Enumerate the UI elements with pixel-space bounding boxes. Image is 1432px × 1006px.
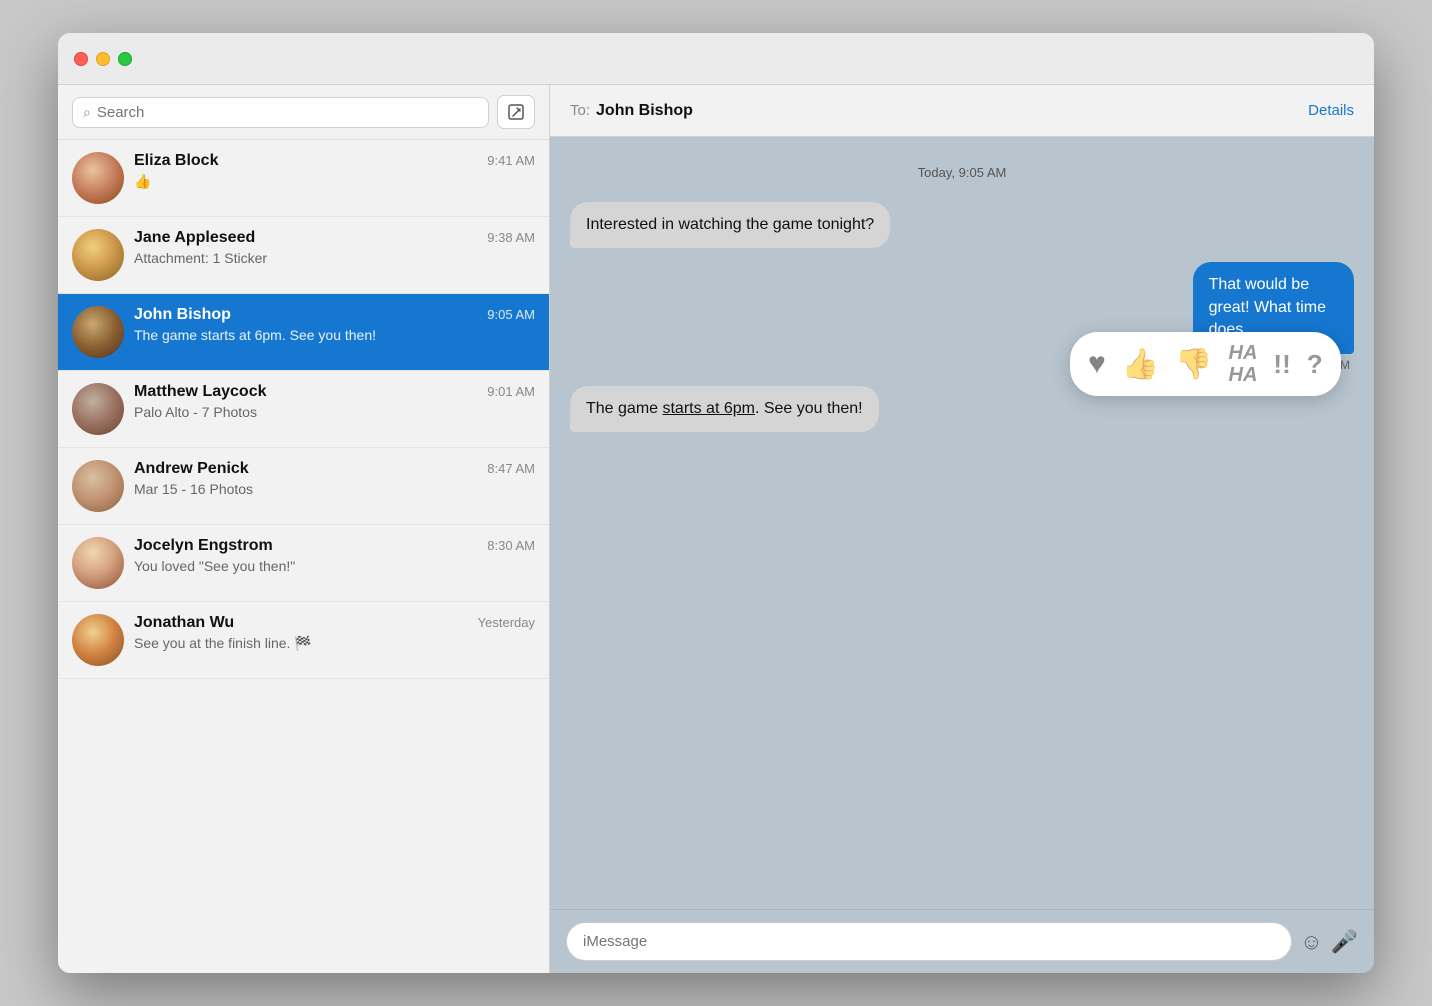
compose-icon: [507, 103, 525, 121]
chat-header-to: To: John Bishop: [570, 102, 693, 120]
sidebar-header: ⌕: [58, 85, 549, 140]
conv-top-john: John Bishop 9:05 AM: [134, 306, 535, 324]
conv-top-jocelyn: Jocelyn Engstrom 8:30 AM: [134, 537, 535, 555]
compose-button[interactable]: [497, 95, 535, 129]
conv-time-jonathan: Yesterday: [478, 615, 535, 630]
message-text-3a: The game: [586, 400, 662, 417]
avatar-jocelyn: [72, 537, 124, 589]
conv-info-jocelyn: Jocelyn Engstrom 8:30 AM You loved "See …: [134, 537, 535, 574]
maximize-button[interactable]: [118, 52, 132, 66]
conversation-item-eliza[interactable]: Eliza Block 9:41 AM 👍: [58, 140, 549, 217]
conv-time-jane: 9:38 AM: [487, 230, 535, 245]
conv-top-jonathan: Jonathan Wu Yesterday: [134, 614, 535, 632]
message-bubble-received-1[interactable]: Interested in watching the game tonight?: [570, 202, 890, 248]
close-button[interactable]: [74, 52, 88, 66]
avatar-eliza: [72, 152, 124, 204]
conv-name-eliza: Eliza Block: [134, 152, 218, 170]
conv-preview-matthew: Palo Alto - 7 Photos: [134, 404, 535, 420]
conv-top-matthew: Matthew Laycock 9:01 AM: [134, 383, 535, 401]
conv-preview-jocelyn: You loved "See you then!": [134, 558, 535, 574]
search-input[interactable]: [97, 104, 478, 121]
message-text-1: Interested in watching the game tonight?: [586, 216, 874, 233]
conv-info-andrew: Andrew Penick 8:47 AM Mar 15 - 16 Photos: [134, 460, 535, 497]
conv-preview-john: The game starts at 6pm. See you then!: [134, 327, 535, 343]
conv-info-matthew: Matthew Laycock 9:01 AM Palo Alto - 7 Ph…: [134, 383, 535, 420]
messages-window: ⌕ Eliza: [58, 33, 1374, 973]
search-box[interactable]: ⌕: [72, 97, 489, 128]
conversation-item-jane[interactable]: Jane Appleseed 9:38 AM Attachment: 1 Sti…: [58, 217, 549, 294]
conversation-list: Eliza Block 9:41 AM 👍 Jane Appleseed 9:3…: [58, 140, 549, 973]
conv-info-jonathan: Jonathan Wu Yesterday See you at the fin…: [134, 614, 535, 652]
conv-info-jane: Jane Appleseed 9:38 AM Attachment: 1 Sti…: [134, 229, 535, 266]
conversation-item-matthew[interactable]: Matthew Laycock 9:01 AM Palo Alto - 7 Ph…: [58, 371, 549, 448]
to-name: John Bishop: [596, 102, 693, 120]
messages-area: Today, 9:05 AM Interested in watching th…: [550, 137, 1374, 909]
mic-button[interactable]: 🎤: [1331, 929, 1358, 955]
conv-time-jocelyn: 8:30 AM: [487, 538, 535, 553]
tapback-haha[interactable]: HAHA: [1229, 342, 1258, 386]
input-area: ☺ 🎤: [550, 909, 1374, 973]
conv-info-john: John Bishop 9:05 AM The game starts at 6…: [134, 306, 535, 343]
conv-time-eliza: 9:41 AM: [487, 153, 535, 168]
avatar-jonathan: [72, 614, 124, 666]
message-text-3b: starts at 6pm: [662, 400, 754, 417]
conv-name-jane: Jane Appleseed: [134, 229, 255, 247]
chat-area: To: John Bishop Details Today, 9:05 AM I…: [550, 85, 1374, 973]
tapback-heart[interactable]: ♥: [1088, 347, 1106, 381]
tapback-question[interactable]: ?: [1307, 349, 1323, 380]
search-icon: ⌕: [83, 104, 91, 121]
conv-name-andrew: Andrew Penick: [134, 460, 249, 478]
avatar-matthew: [72, 383, 124, 435]
conversation-item-jonathan[interactable]: Jonathan Wu Yesterday See you at the fin…: [58, 602, 549, 679]
conversation-item-andrew[interactable]: Andrew Penick 8:47 AM Mar 15 - 16 Photos: [58, 448, 549, 525]
tapback-exclaim[interactable]: !!: [1273, 349, 1290, 380]
tapback-popup: ♥ 👍 👎 HAHA !! ?: [1070, 332, 1341, 396]
message-timestamp: Today, 9:05 AM: [570, 165, 1354, 180]
conv-name-jonathan: Jonathan Wu: [134, 614, 234, 632]
chat-header: To: John Bishop Details: [550, 85, 1374, 137]
conv-top-jane: Jane Appleseed 9:38 AM: [134, 229, 535, 247]
traffic-lights: [74, 52, 132, 66]
conv-preview-eliza: 👍: [134, 173, 535, 190]
sidebar: ⌕ Eliza: [58, 85, 550, 973]
conv-name-john: John Bishop: [134, 306, 231, 324]
avatar-jane: [72, 229, 124, 281]
conv-name-jocelyn: Jocelyn Engstrom: [134, 537, 273, 555]
conv-preview-jane: Attachment: 1 Sticker: [134, 250, 535, 266]
conv-time-john: 9:05 AM: [487, 307, 535, 322]
conv-name-matthew: Matthew Laycock: [134, 383, 266, 401]
message-text-2: That would be great! What time does: [1209, 276, 1326, 338]
to-label: To:: [570, 102, 590, 119]
conv-top-andrew: Andrew Penick 8:47 AM: [134, 460, 535, 478]
conv-preview-andrew: Mar 15 - 16 Photos: [134, 481, 535, 497]
conversation-item-john[interactable]: John Bishop 9:05 AM The game starts at 6…: [58, 294, 549, 371]
conv-preview-jonathan: See you at the finish line. 🏁: [134, 635, 535, 652]
conv-time-matthew: 9:01 AM: [487, 384, 535, 399]
minimize-button[interactable]: [96, 52, 110, 66]
avatar-john: [72, 306, 124, 358]
conv-time-andrew: 8:47 AM: [487, 461, 535, 476]
main-content: ⌕ Eliza: [58, 85, 1374, 973]
message-row-received-1: Interested in watching the game tonight?: [570, 202, 1354, 248]
emoji-button[interactable]: ☺: [1300, 929, 1322, 955]
details-button[interactable]: Details: [1308, 102, 1354, 119]
conversation-item-jocelyn[interactable]: Jocelyn Engstrom 8:30 AM You loved "See …: [58, 525, 549, 602]
avatar-andrew: [72, 460, 124, 512]
message-input[interactable]: [566, 922, 1292, 961]
tapback-thumbsdown[interactable]: 👎: [1175, 347, 1212, 382]
message-bubble-received-3[interactable]: The game starts at 6pm. See you then!: [570, 386, 879, 432]
message-text-3c: . See you then!: [755, 400, 863, 417]
conv-top-eliza: Eliza Block 9:41 AM: [134, 152, 535, 170]
tapback-thumbsup[interactable]: 👍: [1122, 347, 1159, 382]
conv-info-eliza: Eliza Block 9:41 AM 👍: [134, 152, 535, 190]
title-bar: [58, 33, 1374, 85]
